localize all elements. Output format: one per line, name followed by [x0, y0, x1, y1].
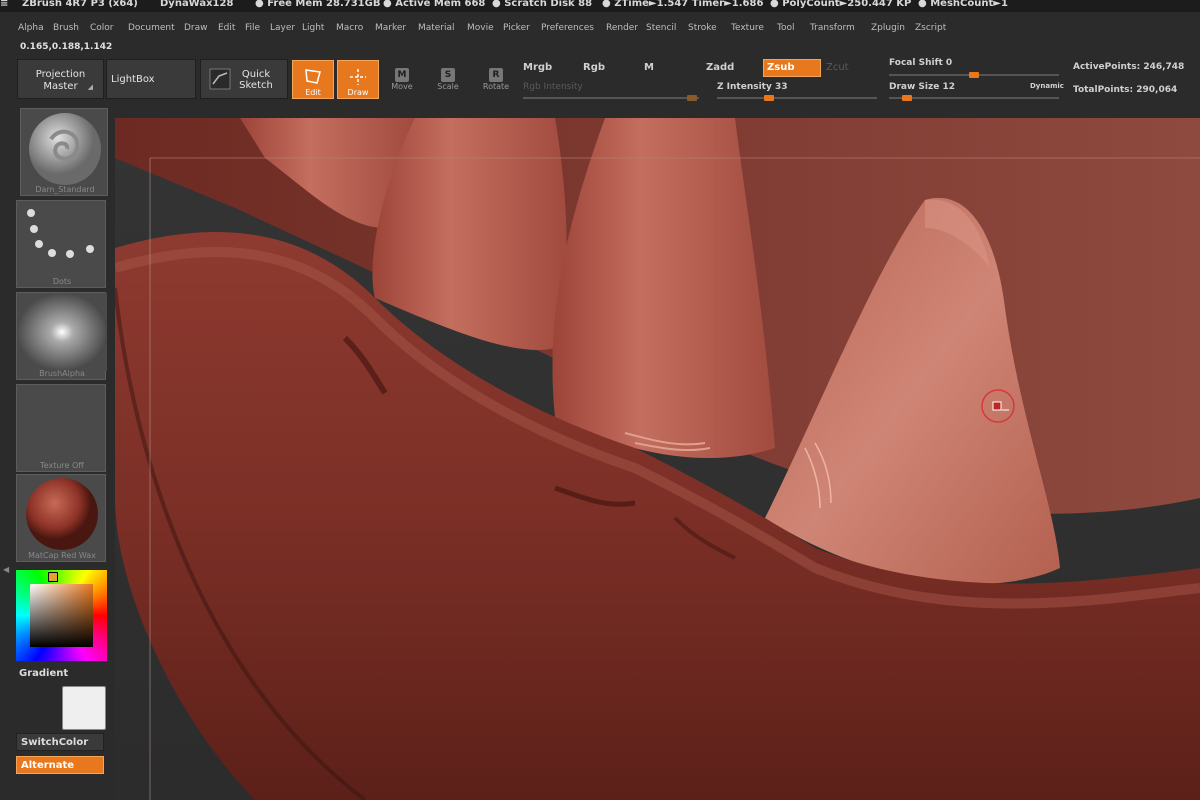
alpha-selector[interactable]: BrushAlpha — [16, 292, 107, 380]
menu-zplugin[interactable]: Zplugin — [871, 23, 905, 33]
zsub-toggle[interactable]: Zsub — [763, 59, 821, 77]
dynamic-toggle[interactable]: Dynamic — [1030, 82, 1064, 90]
quick-sketch-icon — [209, 68, 231, 90]
active-points: ActivePoints: 246,748 — [1073, 62, 1185, 72]
zadd-toggle[interactable]: Zadd — [706, 62, 734, 73]
move-icon: M — [395, 68, 409, 82]
sculpt-viewport[interactable] — [115, 118, 1200, 800]
zcut-toggle[interactable]: Zcut — [826, 62, 849, 73]
secondary-color-swatch[interactable] — [62, 686, 106, 730]
menu-tool[interactable]: Tool — [777, 23, 794, 33]
cursor-coordinates: 0.165,0.188,1.142 — [20, 42, 113, 52]
menu-bar: Alpha Brush Color Document Draw Edit Fil… — [0, 20, 1200, 36]
scale-icon: S — [441, 68, 455, 82]
rgb-intensity-slider[interactable] — [523, 95, 699, 101]
z-intensity-slider[interactable] — [717, 95, 877, 101]
submenu-arrow-icon: ◢ — [87, 83, 93, 91]
lightbox-button[interactable]: LightBox — [106, 59, 196, 99]
mrgb-toggle[interactable]: Mrgb — [523, 62, 552, 73]
menu-edit[interactable]: Edit — [218, 23, 235, 33]
gradient-label: Gradient — [19, 668, 69, 679]
app-title: ZBrush 4R7 P3 (x64) — [22, 0, 138, 9]
move-button[interactable]: M Move — [380, 62, 424, 98]
scratch-disk: ● Scratch Disk 88 — [492, 0, 593, 9]
edit-button[interactable]: Edit — [292, 60, 334, 99]
draw-size-slider[interactable] — [889, 95, 1059, 101]
matcap-red-wax-icon — [26, 478, 98, 550]
edit-mode-icon — [305, 69, 321, 84]
menu-stencil[interactable]: Stencil — [646, 23, 676, 33]
menu-texture[interactable]: Texture — [731, 23, 764, 33]
menu-preferences[interactable]: Preferences — [541, 23, 594, 33]
z-intensity-label: Z Intensity 33 — [717, 82, 788, 92]
menu-material[interactable]: Material — [418, 23, 455, 33]
menu-zscript[interactable]: Zscript — [915, 23, 946, 33]
projection-master-button[interactable]: Projection Master ◢ — [17, 59, 104, 99]
menu-draw[interactable]: Draw — [184, 23, 208, 33]
title-bar: ≡ ZBrush 4R7 P3 (x64) DynaWax128 ● Free … — [0, 0, 1200, 12]
menu-macro[interactable]: Macro — [336, 23, 363, 33]
stroke-selector[interactable]: Dots — [16, 200, 106, 288]
draw-button[interactable]: Draw — [337, 60, 379, 99]
focal-shift-knob[interactable] — [969, 72, 979, 78]
switchcolor-button[interactable]: SwitchColor — [16, 733, 104, 751]
rgb-intensity-knob[interactable] — [687, 95, 697, 101]
dots-stroke-icon — [27, 209, 94, 258]
color-picker[interactable] — [16, 570, 107, 661]
quick-sketch-button[interactable]: Quick Sketch — [200, 59, 288, 99]
active-mem: ● Active Mem 668 — [383, 0, 486, 9]
z-intensity-knob[interactable] — [764, 95, 774, 101]
scale-button[interactable]: S Scale — [426, 62, 470, 98]
menu-file[interactable]: File — [245, 23, 260, 33]
document-name: DynaWax128 — [160, 0, 234, 9]
rotate-icon: R — [489, 68, 503, 82]
document-canvas[interactable] — [115, 118, 1200, 800]
brush-preview-icon — [29, 113, 101, 185]
menu-stroke[interactable]: Stroke — [688, 23, 717, 33]
zbrush-logo-icon: ≡ — [0, 0, 9, 9]
texture-selector[interactable]: Texture Off — [16, 384, 106, 472]
alternate-button[interactable]: Alternate — [16, 756, 104, 774]
free-mem: ● Free Mem 28.731GB — [255, 0, 381, 9]
menu-light[interactable]: Light — [302, 23, 324, 33]
menu-picker[interactable]: Picker — [503, 23, 530, 33]
menu-color[interactable]: Color — [90, 23, 114, 33]
menu-transform[interactable]: Transform — [810, 23, 855, 33]
draw-size-knob[interactable] — [902, 95, 912, 101]
brush-alpha-icon — [17, 293, 107, 371]
rgb-intensity-label: Rgb Intensity — [523, 82, 583, 92]
menu-layer[interactable]: Layer — [270, 23, 295, 33]
hue-marker-icon — [48, 572, 58, 582]
menu-marker[interactable]: Marker — [375, 23, 406, 33]
material-selector[interactable]: MatCap Red Wax — [16, 474, 106, 562]
color-picker-square[interactable] — [30, 584, 93, 647]
tray-collapse-icon[interactable]: ◀ — [3, 565, 9, 574]
ztime: ● ZTime►1.547 Timer►1.686 — [602, 0, 764, 9]
rgb-toggle[interactable]: Rgb — [583, 62, 605, 73]
total-points: TotalPoints: 290,064 — [1073, 85, 1178, 95]
meshcount: ● MeshCount►1 — [918, 0, 1008, 9]
menu-alpha[interactable]: Alpha — [18, 23, 44, 33]
menu-brush[interactable]: Brush — [53, 23, 79, 33]
focal-shift-slider[interactable] — [889, 72, 1059, 78]
draw-mode-icon — [350, 69, 366, 85]
brush-selector[interactable]: Dam_Standard — [20, 108, 108, 196]
menu-movie[interactable]: Movie — [467, 23, 494, 33]
draw-size-label: Draw Size 12 — [889, 82, 955, 92]
menu-render[interactable]: Render — [606, 23, 638, 33]
polycount: ● PolyCount►250.447 KP — [770, 0, 912, 9]
menu-document[interactable]: Document — [128, 23, 175, 33]
focal-shift-label: Focal Shift 0 — [889, 58, 953, 68]
rotate-button[interactable]: R Rotate — [474, 62, 518, 98]
m-toggle[interactable]: M — [644, 62, 654, 73]
